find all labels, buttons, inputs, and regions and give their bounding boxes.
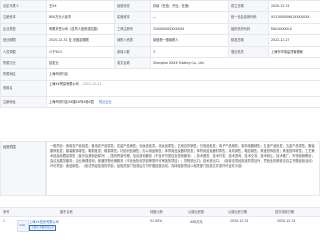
info-label: 所属行业 xyxy=(0,57,47,70)
info-label: 营业期限 xyxy=(0,34,47,47)
info-row: 营业期限 2020-12-31 至 无固定期限 纳税人资质 增值税一般纳税人 核… xyxy=(0,34,320,47)
former-name-value: 上海XX贸易有限公司 xyxy=(49,81,79,86)
shareholder-row[interactable]: 1 LOGO 上海XX投资有限公司 大股东 有限责任公司 51.00% 408万… xyxy=(0,216,320,240)
basic-info-table: 法定代表人 王XX 经营状态 存续（在营、开业、在册） 成立日期 2020-12… xyxy=(0,0,320,109)
info-label: 实缴资本 xyxy=(114,11,151,24)
col-header-index: 序号 xyxy=(3,210,10,214)
info-value: 上海市市场监督管理局 xyxy=(268,45,320,59)
info-value: 有限责任公司（自然人投资或控股） xyxy=(46,22,115,36)
info-label: 核准日期 xyxy=(228,34,269,47)
row-index: 1 xyxy=(3,219,6,223)
address-cell: 上海市闵行区XX路XX号X幢X层 附近企业 xyxy=(46,95,320,109)
info-value: 310000000XXXXXX xyxy=(150,22,229,36)
info-value: 2020-12-31 至 无固定期限 xyxy=(46,34,115,47)
col-header-name: 股东名称 xyxy=(60,210,73,214)
info-value: 800万元人民币 xyxy=(46,11,115,24)
address-value: 上海市闵行区XX路XX号X幢X层 xyxy=(49,99,94,104)
info-value: 增值税一般纳税人 xyxy=(150,34,229,47)
info-label: 所属地区 xyxy=(0,68,47,81)
info-row: 人员规模 少于50人 参保人数 3 登记机关 上海市市场监督管理局 xyxy=(0,45,320,59)
info-row: 法定代表人 王XX 经营状态 存续（在营、开业、在册） 成立日期 2020-12… xyxy=(0,0,320,13)
info-label: 纳税人资质 xyxy=(114,34,151,47)
info-value: 批发业 xyxy=(46,57,115,70)
info-label: 登记机关 xyxy=(228,45,269,59)
shareholder-name-link[interactable]: 上海XX投资有限公司 xyxy=(29,219,59,224)
col-header-date: 认缴出资日期 xyxy=(228,210,248,214)
holding-ratio: 51.00% xyxy=(150,219,163,223)
info-row: 曾用名 上海XX贸易有限公司 2021-12-21 xyxy=(0,79,320,97)
info-label: 人员规模 xyxy=(0,45,47,59)
info-label: 统一社会信用代码 xyxy=(228,11,269,24)
info-label: 组织机构代码 xyxy=(228,22,269,36)
legal-rep-link[interactable]: 王XX xyxy=(46,0,115,13)
former-name-date: 2021-12-21 xyxy=(82,81,102,86)
info-value: 存续（在营、开业、在册） xyxy=(150,0,229,13)
info-label: 英文名称 xyxy=(114,57,151,70)
info-row: 注册资本 800万元人民币 实缴资本 — 统一社会信用代码 91310000MA… xyxy=(0,11,320,24)
company-logo: LOGO xyxy=(17,220,29,232)
former-name-cell: 上海XX贸易有限公司 2021-12-21 xyxy=(46,79,320,97)
info-row: 所属行业 批发业 英文名称 Shanghai XXXX Trading Co.,… xyxy=(0,57,320,70)
info-value: MA1XXXXX-X xyxy=(268,22,320,36)
info-value: 2022-12-27 xyxy=(268,34,320,47)
info-label: 注册资本 xyxy=(0,11,47,24)
subscribed-amount: 408万元 xyxy=(190,220,203,224)
info-label: 经营状态 xyxy=(114,0,151,13)
area-value: 上海市闵行区 xyxy=(46,68,320,81)
scope-label: 经营范围 xyxy=(0,141,46,196)
info-label: 成立日期 xyxy=(228,0,269,13)
info-label: 曾用名 xyxy=(0,79,47,97)
logo-text: LOGO xyxy=(19,224,26,227)
info-label: 企业类型 xyxy=(0,22,47,36)
info-value: 2020-12-31 xyxy=(268,0,320,13)
nearby-companies-link[interactable]: 附近企业 xyxy=(99,100,112,104)
info-value: — xyxy=(150,11,229,24)
info-label: 参保人数 xyxy=(114,45,151,59)
info-value: 少于50人 xyxy=(46,45,115,59)
info-value: 3 xyxy=(150,45,229,59)
col-header-amount: 认缴出资额 xyxy=(188,210,204,214)
col-header-first-date: 首次持股日期 xyxy=(275,210,295,214)
info-label: 工商注册号 xyxy=(114,22,151,36)
business-scope-text: 一般项目：食用农产品批发；食用农产品零售；农副产品销售；化妆品批发；化妆品零售；… xyxy=(46,141,320,196)
subscribed-date: 2030-12-31 xyxy=(230,219,249,223)
company-profile-page: 法定代表人 王XX 经营状态 存续（在营、开业、在册） 成立日期 2020-12… xyxy=(0,0,320,240)
info-row: 注册地址 上海市闵行区XX路XX号X幢X层 附近企业 xyxy=(0,95,320,109)
info-label: 注册地址 xyxy=(0,95,47,109)
info-label: 法定代表人 xyxy=(0,0,47,13)
first-holding-date: 2020-12-31 xyxy=(277,219,296,223)
col-header-ratio: 持股比例 xyxy=(150,210,163,214)
shareholder-tag: 大股东 有限责任公司 xyxy=(29,225,57,231)
info-row: 所属地区 上海市闵行区 xyxy=(0,68,320,81)
info-value: 91310000MA1XXXXXXX xyxy=(268,11,320,24)
english-name-value: Shanghai XXXX Trading Co., Ltd. xyxy=(150,57,320,70)
info-row: 企业类型 有限责任公司（自然人投资或控股） 工商注册号 310000000XXX… xyxy=(0,22,320,36)
